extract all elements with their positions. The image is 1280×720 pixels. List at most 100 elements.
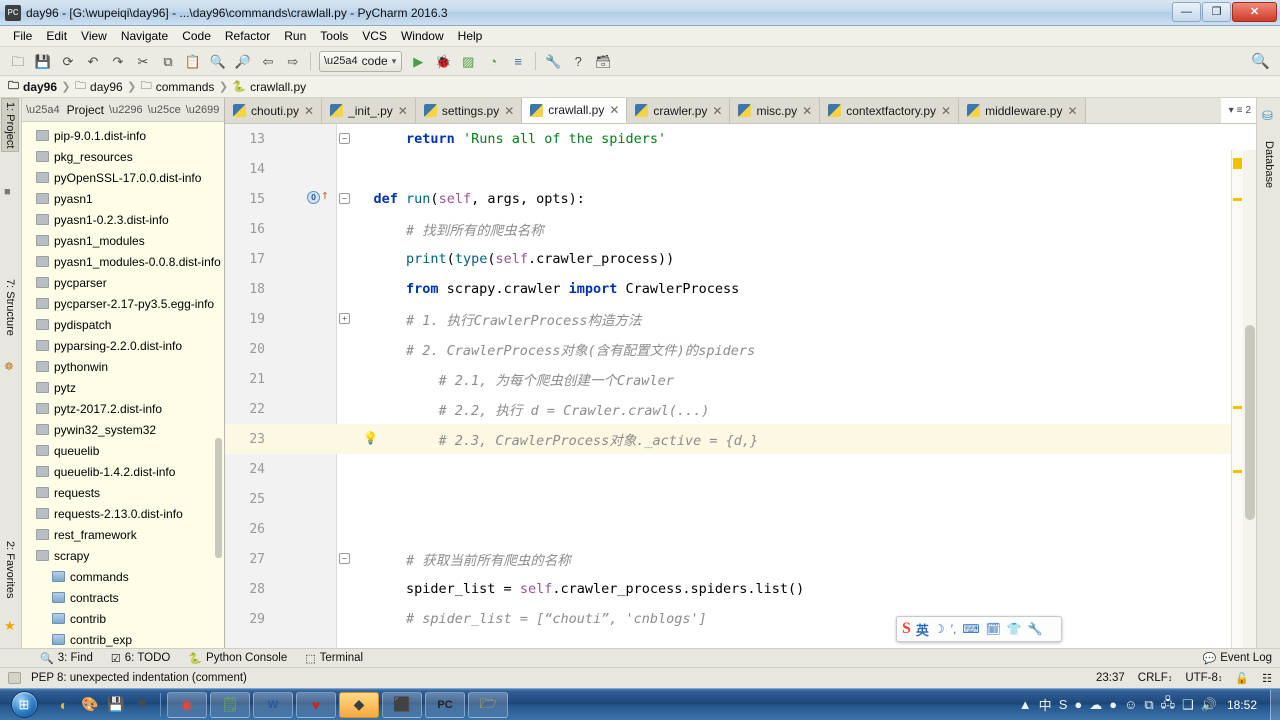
word-task[interactable]: W <box>253 691 293 718</box>
gutter-marks[interactable] <box>271 244 337 274</box>
tools-icon[interactable]: 🔧 <box>1028 622 1043 636</box>
tree-item[interactable]: pytz-2017.2.dist-info <box>22 398 224 419</box>
gutter-marks[interactable]: − O ↑ <box>271 184 350 214</box>
fold-handle[interactable]: − <box>339 553 350 564</box>
paste-icon[interactable]: 📋 <box>181 49 205 73</box>
code-line[interactable]: 25 <box>225 484 1256 514</box>
editor-tab-crawlall-py[interactable]: crawlall.py ✕ <box>522 98 628 123</box>
gutter-marks[interactable] <box>271 274 337 304</box>
run-icon[interactable]: ▶ <box>406 49 430 73</box>
notepad-task[interactable]: 🗒 <box>210 691 250 718</box>
code-lines[interactable]: 13 − return 'Runs all of the spiders' 14 15… <box>225 124 1256 648</box>
tree-item[interactable]: pycparser-2.17-py3.5.egg-info <box>22 293 224 314</box>
line-number[interactable]: 15 <box>225 192 271 207</box>
bottom-tool-6-todo[interactable]: ☑ 6: TODO <box>111 652 170 665</box>
line-number[interactable]: 27 <box>225 552 271 567</box>
chrome-task[interactable]: ◉ <box>167 691 207 718</box>
breadcrumb-item-crawlall-py[interactable]: 🐍 crawlall.py <box>232 80 306 94</box>
line-number[interactable]: 29 <box>225 612 271 627</box>
debug-icon[interactable]: 🐞 <box>431 49 455 73</box>
menu-item-run[interactable]: Run <box>277 27 313 45</box>
code-line[interactable]: 20 # 2. CrawlerProcess对象(含有配置文件)的spiders <box>225 334 1256 364</box>
close-icon[interactable]: ✕ <box>304 104 314 118</box>
redo-icon[interactable]: ↷ <box>106 49 130 73</box>
settings-icon[interactable]: 🔧 <box>541 49 565 73</box>
ftp-icon[interactable]: ⚑ <box>130 693 154 717</box>
code-line[interactable]: 19 + # 1. 执行CrawlerProcess构造方法 <box>225 304 1256 334</box>
code-line[interactable]: 24 <box>225 454 1256 484</box>
code-line[interactable]: 17 print(type(self.crawler_process)) <box>225 244 1256 274</box>
show-desktop-button[interactable] <box>1270 689 1280 720</box>
editor-tab-middleware-py[interactable]: middleware.py ✕ <box>959 98 1086 123</box>
override-arrow-icon[interactable]: ↑ <box>321 189 329 202</box>
memory-icon[interactable]: ☷ <box>1262 672 1272 685</box>
target-icon[interactable]: \u25ce <box>148 104 181 116</box>
code-line[interactable]: 13 − return 'Runs all of the spiders' <box>225 124 1256 154</box>
menu-item-view[interactable]: View <box>74 27 114 45</box>
tree-item[interactable]: pycparser <box>22 272 224 293</box>
tree-item[interactable]: contrib_exp <box>22 629 224 648</box>
comma-icon[interactable]: ′, <box>951 622 957 636</box>
line-number[interactable]: 22 <box>225 402 271 417</box>
code-text[interactable]: def run(self, args, opts): <box>337 191 585 207</box>
tool-tab-database[interactable]: Database <box>1261 138 1277 191</box>
explorer-task[interactable]: 🗁 <box>468 691 508 718</box>
sync-icon[interactable]: ⟳ <box>56 49 80 73</box>
close-icon[interactable]: ✕ <box>398 104 408 118</box>
code-text[interactable]: # 获取当前所有爬虫的名称 <box>337 549 571 569</box>
menu-item-code[interactable]: Code <box>175 27 218 45</box>
line-number[interactable]: 24 <box>225 462 271 477</box>
intention-bulb-icon[interactable]: 💡 <box>363 431 378 445</box>
editor-scrollbar-thumb[interactable] <box>1245 325 1255 520</box>
tree-item[interactable]: pkg_resources <box>22 146 224 167</box>
fold-handle[interactable]: − <box>339 193 350 204</box>
tree-item[interactable]: queuelib-1.4.2.dist-info <box>22 461 224 482</box>
line-number[interactable]: 13 <box>225 132 271 147</box>
tray-expand-icon[interactable]: ▲ <box>1019 697 1032 712</box>
code-line[interactable]: 29 # spider_list = [“chouti”, 'cnblogs'] <box>225 604 1256 634</box>
paint-icon[interactable]: 🎨 <box>78 693 102 717</box>
keyboard-icon[interactable]: ⌨ <box>962 622 979 636</box>
pycharm-project-task[interactable]: ◆ <box>339 691 379 718</box>
inspection-icon[interactable] <box>8 672 21 684</box>
close-icon[interactable]: ✕ <box>941 104 951 118</box>
bottom-tool-3-find[interactable]: 🔍 3: Find <box>40 652 93 665</box>
run-configuration-selector[interactable]: \u25a4 code ▾ <box>319 50 403 72</box>
deploy-icon[interactable]: 🗃 <box>591 49 615 73</box>
close-icon[interactable]: ✕ <box>609 103 619 117</box>
tree-item[interactable]: pydispatch <box>22 314 224 335</box>
cmd-task[interactable]: ⬛ <box>382 691 422 718</box>
editor-tabs-overflow[interactable]: ▾ ≡ 2 <box>1220 98 1256 123</box>
gutter-marks[interactable] <box>271 364 337 394</box>
override-marker-icon[interactable]: O <box>307 191 320 204</box>
lock-icon[interactable]: 🔓 <box>1235 672 1249 685</box>
breadcrumb-item-commands[interactable]: 🗀 commands <box>141 77 215 96</box>
media-player-icon[interactable]: ◐ <box>52 693 76 717</box>
line-number[interactable]: 20 <box>225 342 271 357</box>
tree-item[interactable]: requests <box>22 482 224 503</box>
taskbar-clock[interactable]: 18:52 <box>1224 698 1260 712</box>
chevron-down-icon[interactable]: ▾ <box>1229 105 1234 116</box>
gutter-marks[interactable]: − <box>271 544 350 574</box>
network-icon[interactable]: 🖧 <box>1161 694 1176 716</box>
tree-item[interactable]: pyasn1 <box>22 188 224 209</box>
tree-item[interactable]: pip-9.0.1.dist-info <box>22 125 224 146</box>
editor-tab-chouti-py[interactable]: chouti.py ✕ <box>225 98 323 123</box>
line-number[interactable]: 26 <box>225 522 271 537</box>
gutter-marks[interactable] <box>271 214 337 244</box>
gutter-marks[interactable] <box>271 334 337 364</box>
error-stripe-mark[interactable] <box>1233 158 1242 169</box>
line-number[interactable]: 23 <box>225 432 271 447</box>
moon-icon[interactable]: ☽ <box>934 622 945 636</box>
tree-item[interactable]: pyparsing-2.2.0.dist-info <box>22 335 224 356</box>
line-number[interactable]: 28 <box>225 582 271 597</box>
project-view-icon[interactable]: \u25a4 <box>26 104 60 116</box>
code-line[interactable]: 18 from scrapy.crawler import CrawlerPro… <box>225 274 1256 304</box>
tree-item[interactable]: contrib <box>22 608 224 629</box>
forward-icon[interactable]: ⇨ <box>281 49 305 73</box>
tree-item[interactable]: pyasn1_modules-0.0.8.dist-info <box>22 251 224 272</box>
code-text[interactable]: # 2.1, 为每个爬虫创建一个Crawler <box>337 369 674 389</box>
line-number[interactable]: 17 <box>225 252 271 267</box>
tree-item[interactable]: commands <box>22 566 224 587</box>
gutter-marks[interactable] <box>271 454 337 484</box>
